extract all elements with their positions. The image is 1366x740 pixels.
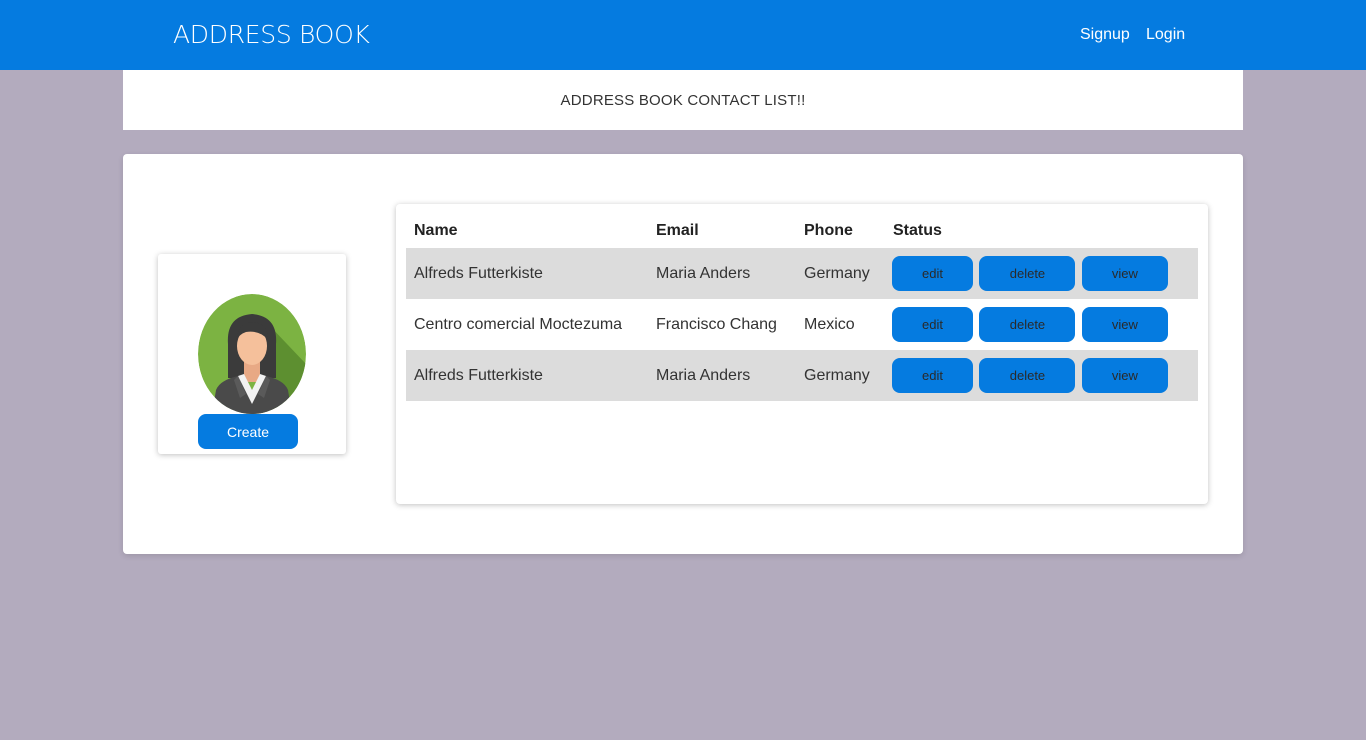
cell-actions: edit delete view (885, 350, 1198, 401)
top-navbar: ADDRESS BOOK Signup Login (0, 0, 1366, 70)
cell-name: Alfreds Futterkiste (414, 366, 543, 384)
contacts-table-card: Name Email Phone Status Alfreds Futterki… (396, 204, 1208, 504)
cell-name: Centro comercial Moctezuma (414, 315, 623, 333)
page-subheader: ADDRESS BOOK CONTACT LIST!! (123, 70, 1243, 130)
delete-button[interactable]: delete (979, 256, 1076, 291)
column-header-phone: Phone (804, 222, 853, 239)
edit-button[interactable]: edit (892, 307, 973, 342)
column-header-email: Email (656, 222, 699, 239)
delete-button[interactable]: delete (979, 307, 1076, 342)
delete-button[interactable]: delete (979, 358, 1076, 393)
column-header-name: Name (414, 222, 458, 239)
cell-phone: Mexico (804, 315, 855, 333)
view-button[interactable]: view (1081, 307, 1168, 342)
view-button[interactable]: view (1081, 256, 1168, 291)
cell-email: Francisco Chang (656, 315, 777, 333)
page-title: ADDRESS BOOK CONTACT LIST!! (560, 92, 806, 109)
table-row: Centro comercial Moctezuma Francisco Cha… (406, 299, 1198, 350)
cell-actions: edit delete view (885, 299, 1198, 350)
create-button[interactable]: Create (198, 414, 298, 449)
cell-name: Alfreds Futterkiste (414, 264, 543, 282)
column-header-status: Status (893, 222, 942, 239)
contacts-table: Name Email Phone Status Alfreds Futterki… (406, 214, 1198, 401)
cell-phone: Germany (804, 366, 870, 384)
table-header-row: Name Email Phone Status (406, 214, 1198, 248)
profile-card: Create (158, 254, 346, 454)
cell-email: Maria Anders (656, 264, 751, 282)
cell-actions: edit delete view (885, 248, 1198, 299)
login-link[interactable]: Login (1146, 26, 1185, 44)
table-row: Alfreds Futterkiste Maria Anders Germany… (406, 248, 1198, 299)
businesswoman-avatar-icon (198, 294, 306, 414)
table-row: Alfreds Futterkiste Maria Anders Germany… (406, 350, 1198, 401)
cell-email: Maria Anders (656, 366, 751, 384)
main-card: Create Name Email Phone Status Alfreds F… (123, 154, 1243, 554)
brand-title[interactable]: ADDRESS BOOK (173, 20, 370, 49)
edit-button[interactable]: edit (892, 358, 973, 393)
view-button[interactable]: view (1081, 358, 1168, 393)
signup-link[interactable]: Signup (1080, 26, 1130, 44)
edit-button[interactable]: edit (892, 256, 973, 291)
cell-phone: Germany (804, 264, 870, 282)
